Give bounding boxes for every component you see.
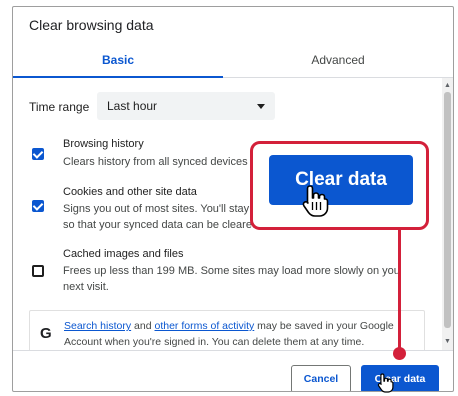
hand-cursor-icon [302, 185, 329, 217]
cookies-checkbox[interactable] [32, 200, 44, 212]
option-title: Browsing history [63, 138, 144, 150]
clear-data-button[interactable]: Clear data [361, 365, 439, 391]
google-g-icon: G [40, 325, 52, 342]
browsing-history-checkbox[interactable] [32, 148, 44, 160]
callout-clear-data-button: Clear data [269, 155, 413, 205]
callout-connector-line [398, 230, 401, 352]
scrollbar[interactable]: ▲ ▼ [442, 78, 453, 350]
time-range-value: Last hour [107, 99, 158, 113]
notice-text-part: and [131, 320, 155, 332]
option-title: Cached images and files [63, 248, 184, 260]
cancel-button[interactable]: Cancel [291, 365, 351, 391]
callout-connector-dot [393, 347, 406, 360]
tab-bar: Basic Advanced [13, 47, 453, 78]
zoom-callout: Clear data [250, 141, 429, 230]
notice-text: Search history and other forms of activi… [64, 318, 420, 350]
option-title: Cookies and other site data [63, 186, 197, 198]
dialog-title: Clear browsing data [29, 17, 154, 33]
cached-images-checkbox[interactable] [32, 265, 44, 277]
scroll-down-arrow-icon[interactable]: ▼ [444, 338, 451, 346]
option-description-line: Frees up less than 199 MB. Some sites ma… [63, 265, 400, 277]
scroll-up-arrow-icon[interactable]: ▲ [444, 82, 451, 90]
chevron-down-icon [257, 104, 265, 109]
tab-advanced[interactable]: Advanced [223, 47, 453, 77]
google-activity-notice: G Search history and other forms of acti… [29, 310, 425, 350]
tab-basic[interactable]: Basic [13, 47, 223, 78]
scroll-thumb[interactable] [444, 92, 451, 328]
time-range-label: Time range [29, 100, 90, 114]
hand-cursor-icon [377, 373, 394, 393]
option-description-line: next visit. [63, 281, 109, 293]
search-history-link[interactable]: Search history [64, 320, 131, 332]
time-range-select[interactable]: Last hour [97, 92, 275, 120]
other-activity-link[interactable]: other forms of activity [154, 320, 254, 332]
